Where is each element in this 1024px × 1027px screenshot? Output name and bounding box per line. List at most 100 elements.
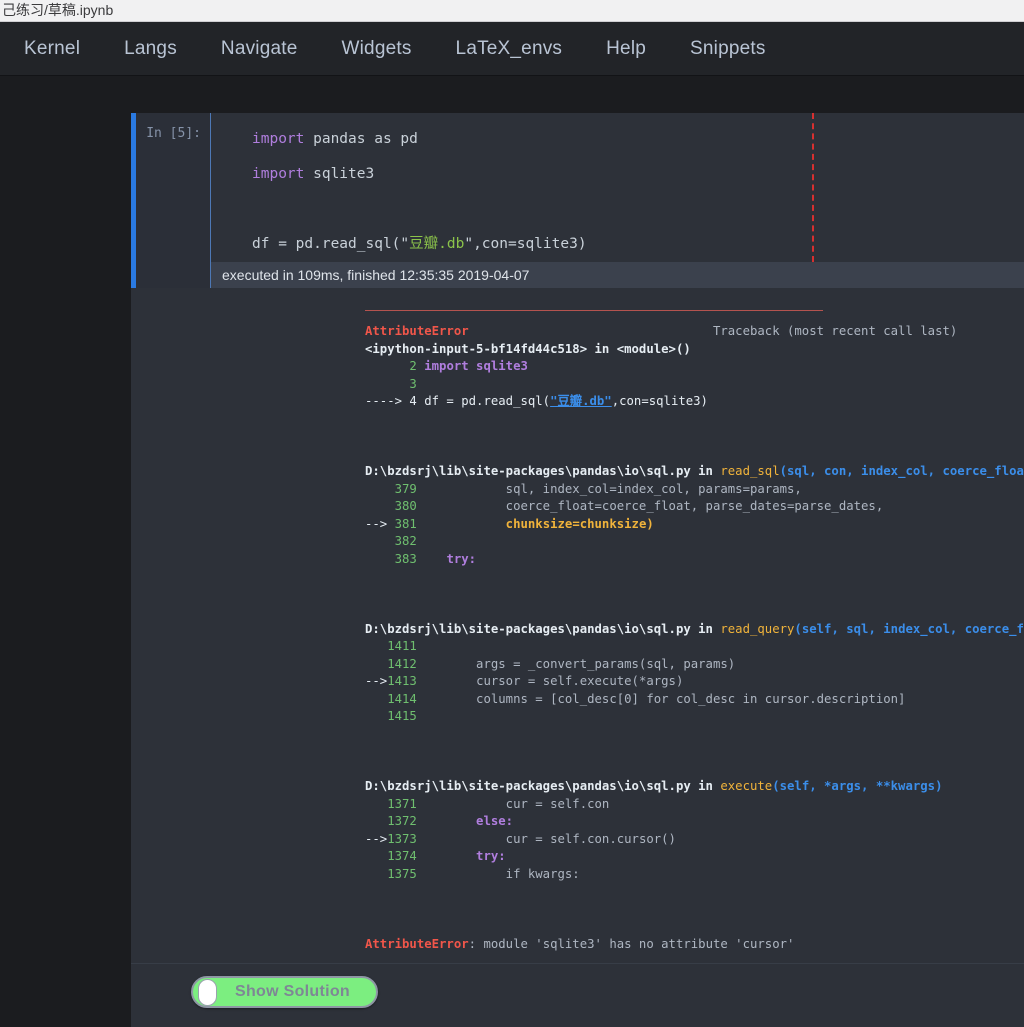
code-editor[interactable]: import pandas as pd import sqlite3 df = … xyxy=(210,113,1024,262)
traceback-ref-line-2: 2 import sqlite3 xyxy=(365,358,1024,376)
traceback-gap-4 xyxy=(365,883,1024,901)
frame-2-line-1415: 1415 xyxy=(365,708,1024,726)
frame-1-line-379: 379 sql, index_col=index_col, params=par… xyxy=(365,481,1024,499)
frame-2-path: D:\bzdsrj\lib\site-packages\pandas\io\sq… xyxy=(365,621,721,636)
browser-tab-title[interactable]: 己练习/草稿.ipynb xyxy=(2,3,113,18)
frame-1-line-382: 382 xyxy=(365,533,1024,551)
notebook-page: In [5]: import pandas as pd import sqlit… xyxy=(0,77,1024,1027)
traceback-frame-3-header: D:\bzdsrj\lib\site-packages\pandas\io\sq… xyxy=(365,778,1024,796)
code-line-2-rest: sqlite3 xyxy=(304,166,375,182)
toggle-knob-icon xyxy=(198,978,217,1006)
frame-1-line-379-code: sql, index_col=index_col, params=params, xyxy=(416,481,802,496)
traceback-ref-line-3: 3 xyxy=(365,376,417,391)
frame-1-path: D:\bzdsrj\lib\site-packages\pandas\io\sq… xyxy=(365,464,721,478)
ref-arrow-tail: ,con=sqlite3) xyxy=(611,394,708,408)
browser-title-bar: 己练习/草稿.ipynb xyxy=(0,0,1024,22)
menu-item-snippets[interactable]: Snippets xyxy=(690,38,766,60)
cell-output-area: AttributeError Traceback (most recent ca… xyxy=(131,288,1024,963)
code-line-1-rest: pandas as pd xyxy=(304,131,418,147)
frame-1-line-383-code: try: xyxy=(416,551,477,566)
frame-3-line-1374-number: 1374 xyxy=(365,849,417,863)
traceback-input-ref: <ipython-input-5-bf14fd44c518> in <modul… xyxy=(365,341,691,356)
frame-2-line-1412-code: args = _convert_params(sql, params) xyxy=(416,656,736,671)
menu-item-kernel[interactable]: Kernel xyxy=(24,38,80,60)
menu-item-widgets[interactable]: Widgets xyxy=(342,38,412,60)
execution-info-bar: executed in 109ms, finished 12:35:35 201… xyxy=(131,262,1024,288)
frame-2-args: (self, sql, index_col, coerce_float, par… xyxy=(794,621,1024,636)
frame-3-line-1372-code: else: xyxy=(416,814,514,828)
code-keyword-import-1: import xyxy=(252,131,305,147)
menu-item-help[interactable]: Help xyxy=(606,38,646,60)
frame-3-line-1373-number: 1373 xyxy=(365,831,417,846)
frame-1-line-382-number: 382 xyxy=(365,534,417,548)
traceback-header-line: AttributeError Traceback (most recent ca… xyxy=(365,323,1024,341)
frame-1-line-379-number: 379 xyxy=(365,481,417,496)
frame-3-line-1373: --> 1373 cur = self.con.cursor() xyxy=(365,831,1024,849)
exec-bar-gutter xyxy=(136,262,210,288)
frame-3-func: execute xyxy=(720,779,773,793)
frame-2-line-1412-number: 1412 xyxy=(365,656,417,671)
menu-item-navigate[interactable]: Navigate xyxy=(221,38,298,60)
frame-2-line-1414-code: columns = [col_desc[0] for col_desc in c… xyxy=(416,691,906,706)
traceback-text: AttributeError Traceback (most recent ca… xyxy=(136,306,1024,953)
frame-3-line-1375-code: if kwargs: xyxy=(416,866,580,881)
traceback-frame-2-header: D:\bzdsrj\lib\site-packages\pandas\io\sq… xyxy=(365,621,1024,639)
frame-1-line-380-number: 380 xyxy=(365,499,417,513)
frame-1-line-380-code: coerce_float=coerce_float, parse_dates=p… xyxy=(416,499,884,513)
frame-2-line-1413: --> 1413 cursor = self.execute(*args) xyxy=(365,673,1024,691)
frame-3-line-1374: 1374 try: xyxy=(365,848,1024,866)
ref-arrow-prefix: ----> 4 df = pd.read_sql( xyxy=(365,394,551,408)
code-cell[interactable]: In [5]: import pandas as pd import sqlit… xyxy=(131,113,1024,262)
notebook-container: In [5]: import pandas as pd import sqlit… xyxy=(131,113,1024,1027)
traceback-gap-3 xyxy=(365,726,1024,744)
frame-3-line-1371: 1371 cur = self.con xyxy=(365,796,1024,814)
frame-1-func: read_sql xyxy=(720,464,780,478)
final-error-message: : module 'sqlite3' has no attribute 'cur… xyxy=(468,936,795,951)
code-keyword-import-2: import xyxy=(252,166,305,182)
frame-3-line-1372-number: 1372 xyxy=(365,814,417,828)
frame-1-args: (sql, con, index_col, coerce_float, para… xyxy=(779,464,1024,478)
frame-3-line-1371-code: cur = self.con xyxy=(416,796,610,811)
notebook-menubar: Kernel Langs Navigate Widgets LaTeX_envs… xyxy=(0,22,1024,76)
traceback-error-name: AttributeError xyxy=(365,324,469,338)
show-solution-label: Show Solution xyxy=(235,983,350,1000)
traceback-gap-1 xyxy=(365,411,1024,429)
frame-3-args: (self, *args, **kwargs) xyxy=(772,779,943,793)
frame-2-line-1415-number: 1415 xyxy=(365,709,417,723)
menu-item-latex-envs[interactable]: LaTeX_envs xyxy=(456,38,563,60)
ref-line-2-number: 2 xyxy=(365,359,417,373)
frame-2-line-1413-number: 1413 xyxy=(365,674,417,688)
final-error-name: AttributeError xyxy=(365,936,469,951)
frame-2-line-1411-number: 1411 xyxy=(365,639,417,653)
code-line-4-post: ",con=sqlite3) xyxy=(464,236,587,252)
traceback-gap-2 xyxy=(365,568,1024,586)
menu-item-langs[interactable]: Langs xyxy=(124,38,177,60)
frame-1-line-383-number: 383 xyxy=(365,551,417,566)
frame-2-line-1411: 1411 xyxy=(365,638,1024,656)
cell-footer: Show Solution xyxy=(131,963,1024,1027)
frame-1-line-380: 380 coerce_float=coerce_float, parse_dat… xyxy=(365,498,1024,516)
code-line-4-string: 豆瓣.db xyxy=(409,236,465,252)
frame-2-func: read_query xyxy=(720,621,795,636)
frame-2-line-1414: 1414 columns = [col_desc[0] for col_desc… xyxy=(365,691,1024,709)
frame-2-line-1412: 1412 args = _convert_params(sql, params) xyxy=(365,656,1024,674)
code-text: import pandas as pd import sqlite3 df = … xyxy=(211,113,1024,262)
frame-3-line-1373-code: cur = self.con.cursor() xyxy=(416,831,676,846)
frame-3-line-1372: 1372 else: xyxy=(365,813,1024,831)
frame-1-line-381-number: 381 xyxy=(365,516,417,531)
show-solution-toggle[interactable]: Show Solution xyxy=(191,976,378,1008)
cell-prompt-label: In [5]: xyxy=(136,113,210,262)
frame-1-line-383: 383 try: xyxy=(365,551,1024,569)
frame-2-line-1414-number: 1414 xyxy=(365,691,417,706)
traceback-divider xyxy=(365,310,823,311)
frame-1-line-381: --> 381 chunksize=chunksize) xyxy=(365,516,1024,534)
traceback-ref-arrow-line: ----> 4 df = pd.read_sql("豆瓣.db",con=sql… xyxy=(365,393,1024,411)
traceback-header-right: Traceback (most recent call last) xyxy=(712,324,958,338)
traceback-final-error: AttributeError: module 'sqlite3' has no … xyxy=(365,936,1024,954)
frame-2-line-1413-code: cursor = self.execute(*args) xyxy=(416,674,684,688)
ref-arrow-string: "豆瓣.db" xyxy=(550,394,612,408)
execution-info-text: executed in 109ms, finished 12:35:35 201… xyxy=(210,262,1024,288)
frame-3-line-1374-code: try: xyxy=(416,849,506,863)
frame-3-path: D:\bzdsrj\lib\site-packages\pandas\io\sq… xyxy=(365,779,721,793)
ref-line-2-code: import sqlite3 xyxy=(416,359,528,373)
